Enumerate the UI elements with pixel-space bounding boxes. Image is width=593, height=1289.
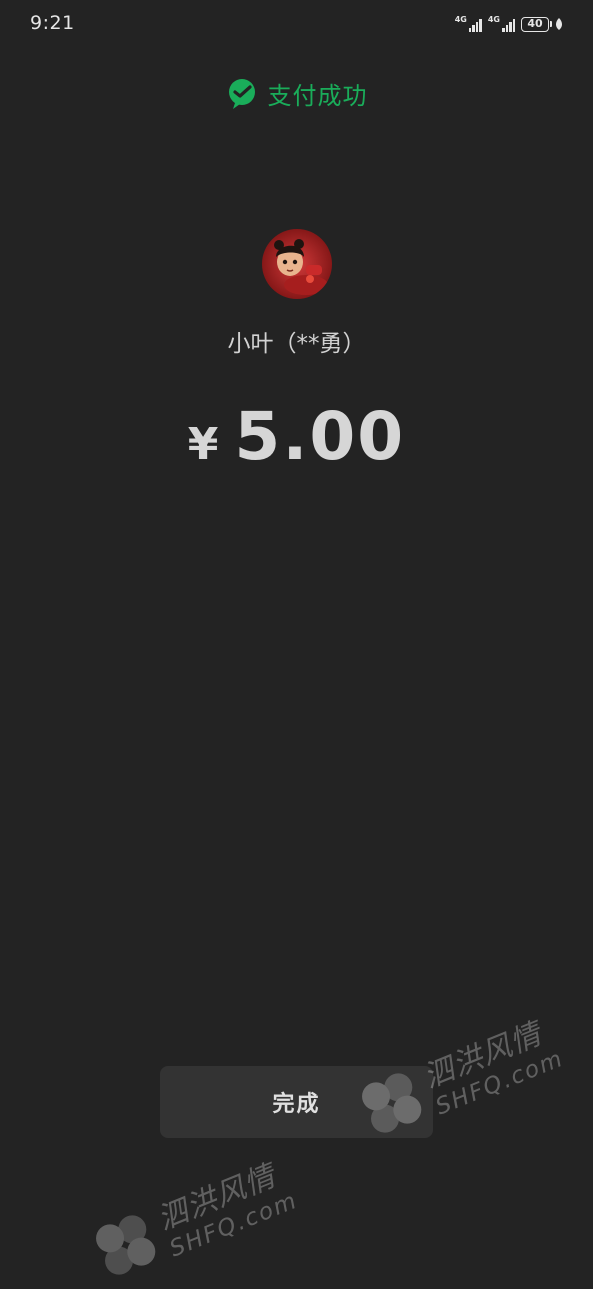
leaf-icon: [556, 18, 562, 30]
currency-symbol: ¥: [187, 419, 219, 470]
status-icons: 4G 4G 40: [455, 14, 563, 34]
battery-icon: 40: [521, 16, 552, 32]
payment-success-title: 支付成功: [267, 82, 368, 110]
network-type-label: 4G: [454, 15, 467, 24]
amount-value: 5.00: [234, 398, 406, 475]
network-type-label: 4G: [487, 15, 500, 24]
signal-icon: 4G: [455, 16, 482, 32]
avatar-image: [262, 229, 332, 299]
avatar: [262, 229, 332, 299]
watermark: 泗洪风情 SHFQ.com: [349, 1005, 568, 1148]
watermark-logo-icon: [96, 1215, 156, 1275]
payment-success-header: 支付成功: [0, 76, 593, 111]
status-bar: 9:21 4G 4G 40: [0, 0, 593, 48]
payment-amount: ¥ 5.00: [0, 398, 593, 475]
wechat-pay-icon: [228, 78, 255, 109]
watermark: 泗洪风情 SHFQ.com: [83, 1147, 302, 1289]
payee-name: 小叶（**勇）: [227, 331, 366, 357]
signal-icon: 4G: [488, 16, 515, 32]
status-time: 9:21: [30, 12, 75, 34]
